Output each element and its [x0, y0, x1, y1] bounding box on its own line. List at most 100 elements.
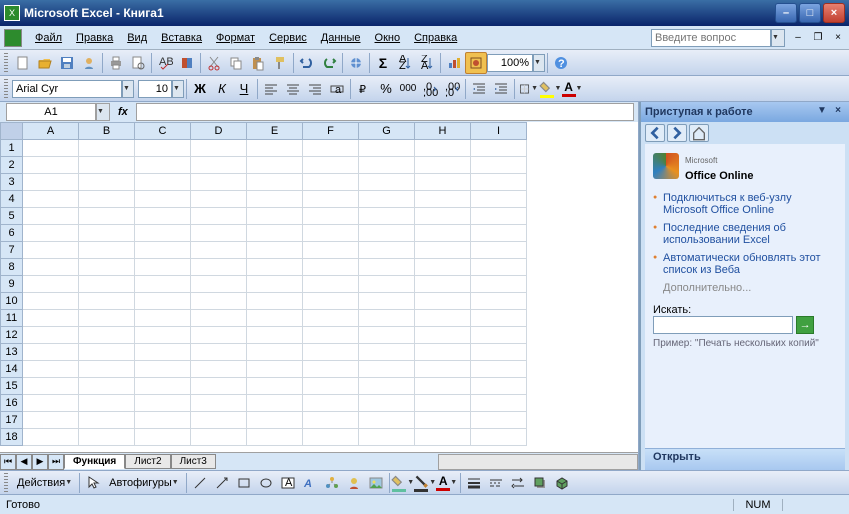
permission-button[interactable] [78, 52, 100, 74]
cell[interactable] [135, 174, 191, 191]
row-header[interactable]: 8 [1, 259, 23, 276]
hyperlink-button[interactable] [345, 52, 367, 74]
cell[interactable] [191, 429, 247, 446]
taskpane-search-input[interactable] [653, 316, 793, 334]
cell[interactable] [415, 395, 471, 412]
cell[interactable] [415, 276, 471, 293]
cell[interactable] [79, 242, 135, 259]
cell[interactable] [415, 208, 471, 225]
open-button[interactable] [34, 52, 56, 74]
cell[interactable] [359, 378, 415, 395]
draw-actions-menu[interactable]: Действия ▼ [12, 472, 77, 494]
tab-nav-next[interactable]: ▶ [32, 454, 48, 470]
cell[interactable] [191, 157, 247, 174]
cell[interactable] [471, 412, 527, 429]
redo-button[interactable] [318, 52, 340, 74]
cell[interactable] [191, 412, 247, 429]
cell[interactable] [359, 395, 415, 412]
row-header[interactable]: 17 [1, 412, 23, 429]
maximize-button[interactable]: □ [799, 3, 821, 23]
col-header[interactable]: G [359, 123, 415, 140]
cell[interactable] [471, 276, 527, 293]
spreadsheet-grid[interactable]: ABCDEFGHI123456789101112131415161718 [0, 122, 638, 452]
cell[interactable] [247, 395, 303, 412]
rectangle-button[interactable] [233, 472, 255, 494]
cell[interactable] [303, 378, 359, 395]
taskpane-link-update[interactable]: Автоматически обновлять этот список из В… [653, 252, 837, 276]
cell[interactable] [303, 174, 359, 191]
cell[interactable] [23, 157, 79, 174]
cell[interactable] [303, 429, 359, 446]
menu-view[interactable]: Вид [120, 30, 154, 46]
decrease-indent-button[interactable] [468, 78, 490, 100]
cell[interactable] [23, 242, 79, 259]
cell[interactable] [471, 242, 527, 259]
cell[interactable] [23, 327, 79, 344]
sheet-tab-2[interactable]: Лист2 [125, 454, 170, 469]
undo-button[interactable] [296, 52, 318, 74]
taskpane-link-news[interactable]: Последние сведения об использовании Exce… [653, 222, 837, 246]
cell[interactable] [471, 225, 527, 242]
doc-close[interactable]: × [831, 32, 845, 44]
underline-button[interactable]: Ч [233, 78, 255, 100]
cell[interactable] [415, 378, 471, 395]
cell[interactable] [415, 157, 471, 174]
cell[interactable] [135, 140, 191, 157]
sheet-tab-1[interactable]: Функция [64, 454, 125, 469]
cell[interactable] [415, 412, 471, 429]
cell[interactable] [359, 344, 415, 361]
taskpane-close[interactable]: × [831, 105, 845, 119]
cell[interactable] [471, 208, 527, 225]
cell[interactable] [359, 157, 415, 174]
help-search-input[interactable] [651, 29, 771, 47]
font-name-dropdown[interactable]: ▼ [122, 80, 134, 98]
row-header[interactable]: 12 [1, 327, 23, 344]
cell[interactable] [415, 361, 471, 378]
cell[interactable] [471, 378, 527, 395]
cell[interactable] [471, 174, 527, 191]
taskpane-more[interactable]: Дополнительно... [663, 282, 837, 294]
cell[interactable] [303, 259, 359, 276]
col-header[interactable]: H [415, 123, 471, 140]
cell[interactable] [79, 361, 135, 378]
menu-edit[interactable]: Правка [69, 30, 120, 46]
clipart-button[interactable] [343, 472, 365, 494]
menu-tools[interactable]: Сервис [262, 30, 314, 46]
cell[interactable] [471, 293, 527, 310]
cell[interactable] [303, 140, 359, 157]
fx-icon[interactable]: fx [118, 106, 128, 118]
cell[interactable] [79, 208, 135, 225]
cell[interactable] [247, 293, 303, 310]
diagram-button[interactable] [321, 472, 343, 494]
row-header[interactable]: 2 [1, 157, 23, 174]
cell[interactable] [247, 429, 303, 446]
grip[interactable] [4, 79, 8, 99]
cell[interactable] [359, 276, 415, 293]
cell[interactable] [79, 157, 135, 174]
cell[interactable] [359, 174, 415, 191]
cell[interactable] [23, 378, 79, 395]
percent-button[interactable]: % [375, 78, 397, 100]
cell[interactable] [471, 344, 527, 361]
cell[interactable] [359, 225, 415, 242]
increase-decimal-button[interactable]: ,0,00 [419, 78, 441, 100]
name-box[interactable] [6, 103, 96, 121]
currency-button[interactable]: ₽ [353, 78, 375, 100]
col-header[interactable]: I [471, 123, 527, 140]
cell[interactable] [303, 412, 359, 429]
research-button[interactable] [176, 52, 198, 74]
cell[interactable] [415, 429, 471, 446]
menu-data[interactable]: Данные [314, 30, 368, 46]
cell[interactable] [247, 344, 303, 361]
cell[interactable] [415, 225, 471, 242]
row-header[interactable]: 16 [1, 395, 23, 412]
row-header[interactable]: 14 [1, 361, 23, 378]
row-header[interactable]: 10 [1, 293, 23, 310]
cell[interactable] [247, 208, 303, 225]
cell[interactable] [23, 310, 79, 327]
cell[interactable] [359, 412, 415, 429]
cell[interactable] [79, 429, 135, 446]
cell[interactable] [23, 276, 79, 293]
chart-wizard-button[interactable] [443, 52, 465, 74]
help-button[interactable]: ? [550, 52, 572, 74]
